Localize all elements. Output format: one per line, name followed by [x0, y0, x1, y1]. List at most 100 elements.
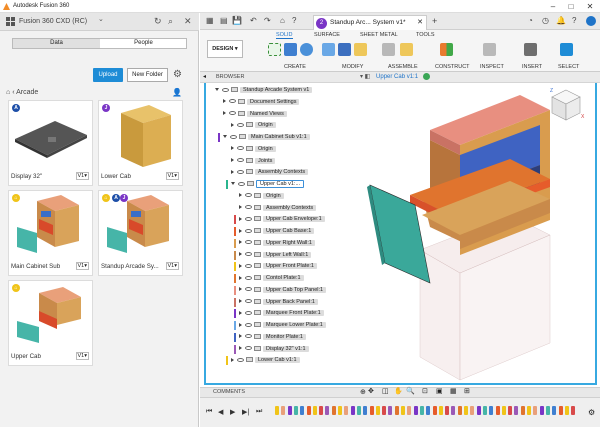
- timeline-feature[interactable]: [527, 406, 531, 415]
- notifications-icon[interactable]: 🔔: [556, 16, 566, 25]
- timeline-feature[interactable]: [445, 406, 450, 415]
- visibility-eye-icon[interactable]: [245, 228, 252, 233]
- avatar[interactable]: [586, 16, 596, 26]
- expand-caret-icon[interactable]: [231, 122, 234, 127]
- maximize-icon[interactable]: □: [562, 0, 580, 13]
- new-component-icon[interactable]: [382, 43, 395, 56]
- expand-caret-icon[interactable]: [239, 216, 242, 221]
- chevron-down-icon[interactable]: ⌄: [98, 15, 104, 23]
- timeline-feature[interactable]: [514, 406, 519, 415]
- browser-tree-node[interactable]: Upper Front Plate:1: [234, 261, 317, 272]
- timeline-feature[interactable]: [495, 406, 500, 415]
- timeline-feature[interactable]: [520, 406, 525, 415]
- visibility-eye-icon[interactable]: [245, 205, 252, 210]
- construct-group-label[interactable]: CONSTRUCT: [435, 64, 470, 70]
- chevron-left-icon[interactable]: ‹: [12, 89, 14, 96]
- close-panel-icon[interactable]: ✕: [184, 16, 192, 27]
- timeline-feature[interactable]: [457, 406, 462, 415]
- expand-caret-icon[interactable]: [239, 275, 242, 280]
- expand-caret-icon[interactable]: [239, 263, 242, 268]
- timeline-feature[interactable]: [552, 406, 557, 415]
- collapse-icon[interactable]: ◂: [203, 73, 206, 80]
- tab-sheet-metal[interactable]: SHEET METAL: [360, 32, 398, 38]
- workspace-switcher[interactable]: DESIGN ▾: [207, 40, 243, 58]
- timeline-feature[interactable]: [382, 406, 387, 415]
- tab-solid[interactable]: SOLID: [276, 32, 293, 39]
- inspect-group-label[interactable]: INSPECT: [480, 64, 504, 70]
- timeline-feature[interactable]: [476, 406, 481, 415]
- timeline-feature[interactable]: [356, 406, 361, 415]
- timeline-feature[interactable]: [287, 406, 292, 415]
- browser-tree-node[interactable]: Main Cabinet Sub v1:1: [218, 132, 310, 143]
- visibility-eye-icon[interactable]: [237, 357, 244, 362]
- modify-group-label[interactable]: MODIFY: [342, 64, 363, 70]
- timeline-feature[interactable]: [533, 406, 538, 415]
- browser-tree-node[interactable]: Assembly Contexts: [231, 167, 309, 178]
- visibility-eye-icon[interactable]: [245, 310, 252, 315]
- timeline-feature[interactable]: [508, 406, 513, 415]
- visibility-eye-icon[interactable]: [245, 322, 252, 327]
- browser-tree-node[interactable]: Origin: [231, 144, 276, 155]
- timeline-feature[interactable]: [369, 406, 374, 415]
- close-tab-icon[interactable]: ✕: [417, 18, 423, 26]
- version-badge[interactable]: V1▾: [165, 262, 179, 270]
- timeline-feature[interactable]: [331, 406, 336, 415]
- version-badge[interactable]: V1▾: [75, 172, 89, 180]
- browser-tree-node[interactable]: Origin: [231, 120, 276, 131]
- help-menu-icon[interactable]: ?: [572, 16, 576, 25]
- timeline-feature[interactable]: [564, 406, 569, 415]
- version-badge[interactable]: V1▾: [165, 172, 179, 180]
- orbit-icon[interactable]: ✥: [368, 387, 374, 395]
- timeline-feature[interactable]: [363, 406, 368, 415]
- tab-people[interactable]: People: [100, 39, 187, 48]
- visibility-eye-icon[interactable]: [237, 158, 244, 163]
- timeline-feature[interactable]: [501, 406, 506, 415]
- expand-caret-icon[interactable]: [239, 287, 242, 292]
- file-card-lower-cab[interactable]: J Lower Cab V1▾: [98, 100, 183, 186]
- breadcrumb-folder[interactable]: Arcade: [16, 89, 38, 96]
- measure-icon[interactable]: [483, 43, 496, 56]
- visibility-eye-icon[interactable]: [222, 87, 229, 92]
- browser-tree-node[interactable]: Marquee Lower Plate:1: [234, 320, 326, 331]
- timeline-feature[interactable]: [571, 406, 576, 415]
- timeline-feature[interactable]: [413, 406, 418, 415]
- timeline-feature[interactable]: [319, 406, 324, 415]
- expand-caret-icon[interactable]: [239, 299, 242, 304]
- timeline-feature[interactable]: [293, 406, 298, 415]
- expand-caret-icon[interactable]: [231, 357, 234, 362]
- insert-group-label[interactable]: INSERT: [522, 64, 542, 70]
- visibility-eye-icon[interactable]: [238, 181, 245, 186]
- redo-icon[interactable]: ↷: [264, 16, 271, 25]
- timeline-feature[interactable]: [394, 406, 399, 415]
- timeline-feature[interactable]: [545, 406, 550, 415]
- timeline-feature[interactable]: [464, 406, 468, 415]
- project-selector[interactable]: Fusion 360 CXD (RC): [19, 18, 87, 25]
- version-badge[interactable]: V1▾: [75, 262, 89, 270]
- browser-tree-node[interactable]: Upper Cab v1:...: [226, 179, 305, 190]
- visibility-eye-icon[interactable]: [237, 122, 244, 127]
- tab-tools[interactable]: TOOLS: [416, 32, 435, 38]
- tab-data[interactable]: Data: [13, 39, 100, 48]
- viewports-icon[interactable]: ⊞: [464, 387, 470, 395]
- timeline-feature[interactable]: [407, 406, 412, 415]
- select-group-label[interactable]: SELECT: [558, 64, 579, 70]
- file-card-main-cabinet[interactable]: ⌂ Main Cabinet Sub V1▾: [8, 190, 93, 276]
- expand-caret-icon[interactable]: [239, 346, 242, 351]
- go-to-start-icon[interactable]: ⏮: [206, 408, 212, 416]
- viewcube[interactable]: Z X: [546, 84, 586, 124]
- expand-caret-icon[interactable]: [239, 193, 242, 198]
- visibility-eye-icon[interactable]: [245, 346, 252, 351]
- visibility-eye-icon[interactable]: [245, 334, 252, 339]
- apps-grid-icon[interactable]: [6, 17, 15, 26]
- close-window-icon[interactable]: ✕: [581, 0, 599, 13]
- browser-tree-node[interactable]: Marquee Front Plate:1: [234, 308, 324, 319]
- expand-caret-icon[interactable]: [239, 205, 242, 210]
- browser-tree-node[interactable]: Contol Plate:1: [234, 273, 304, 284]
- expand-caret-icon[interactable]: [239, 322, 242, 327]
- expand-caret-icon[interactable]: [231, 146, 234, 151]
- browser-tree-node[interactable]: Joints: [231, 156, 276, 167]
- visibility-eye-icon[interactable]: [245, 193, 252, 198]
- file-card-standup-arcade[interactable]: ⌂ A J Standup Arcade Sy... V1▾: [98, 190, 183, 276]
- joint-icon[interactable]: [400, 43, 413, 56]
- timeline-feature[interactable]: [438, 406, 443, 415]
